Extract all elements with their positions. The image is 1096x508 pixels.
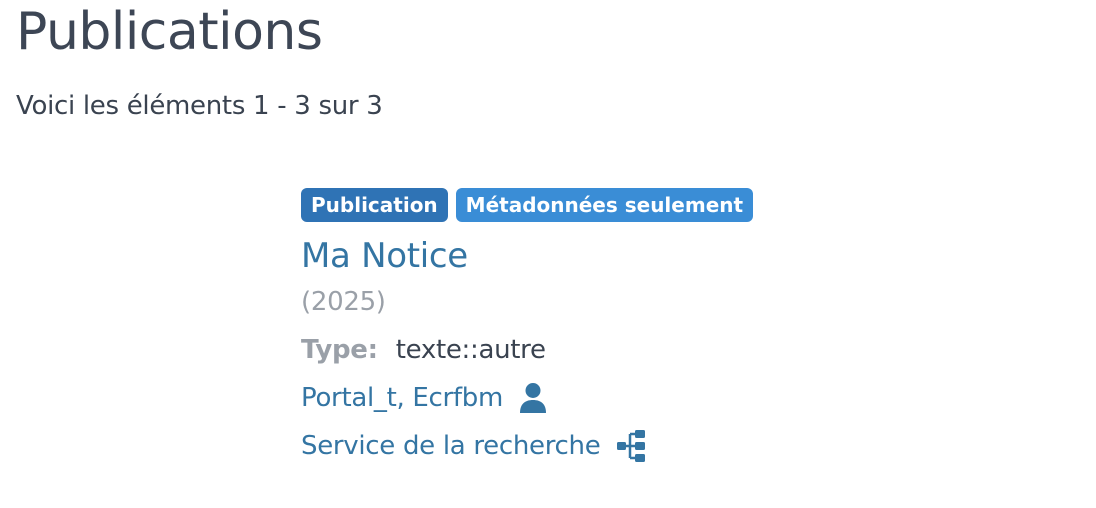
page-title: Publications (16, 2, 323, 62)
organization-link[interactable]: Service de la recherche (301, 428, 601, 464)
organization-row: Service de la recherche (301, 428, 1001, 464)
result-year: (2025) (301, 287, 386, 317)
results-summary: Voici les éléments 1 - 3 sur 3 (16, 91, 383, 121)
type-label: Type: (301, 335, 378, 365)
hierarchy-icon (616, 428, 646, 464)
access-status-badge: Métadonnées seulement (455, 188, 754, 222)
authors-link[interactable]: Portal_t, Ecrfbm (301, 380, 503, 416)
badge-group: Publication Métadonnées seulement (301, 188, 1001, 222)
type-row: Type: texte::autre (301, 332, 1001, 368)
person-icon (519, 382, 547, 414)
type-value: texte::autre (395, 335, 546, 365)
result-item: Publication Métadonnées seulement Ma Not… (301, 188, 1001, 464)
publication-type-badge: Publication (301, 188, 448, 222)
result-title-link[interactable]: Ma Notice (301, 234, 1001, 278)
authors-row: Portal_t, Ecrfbm (301, 380, 1001, 416)
